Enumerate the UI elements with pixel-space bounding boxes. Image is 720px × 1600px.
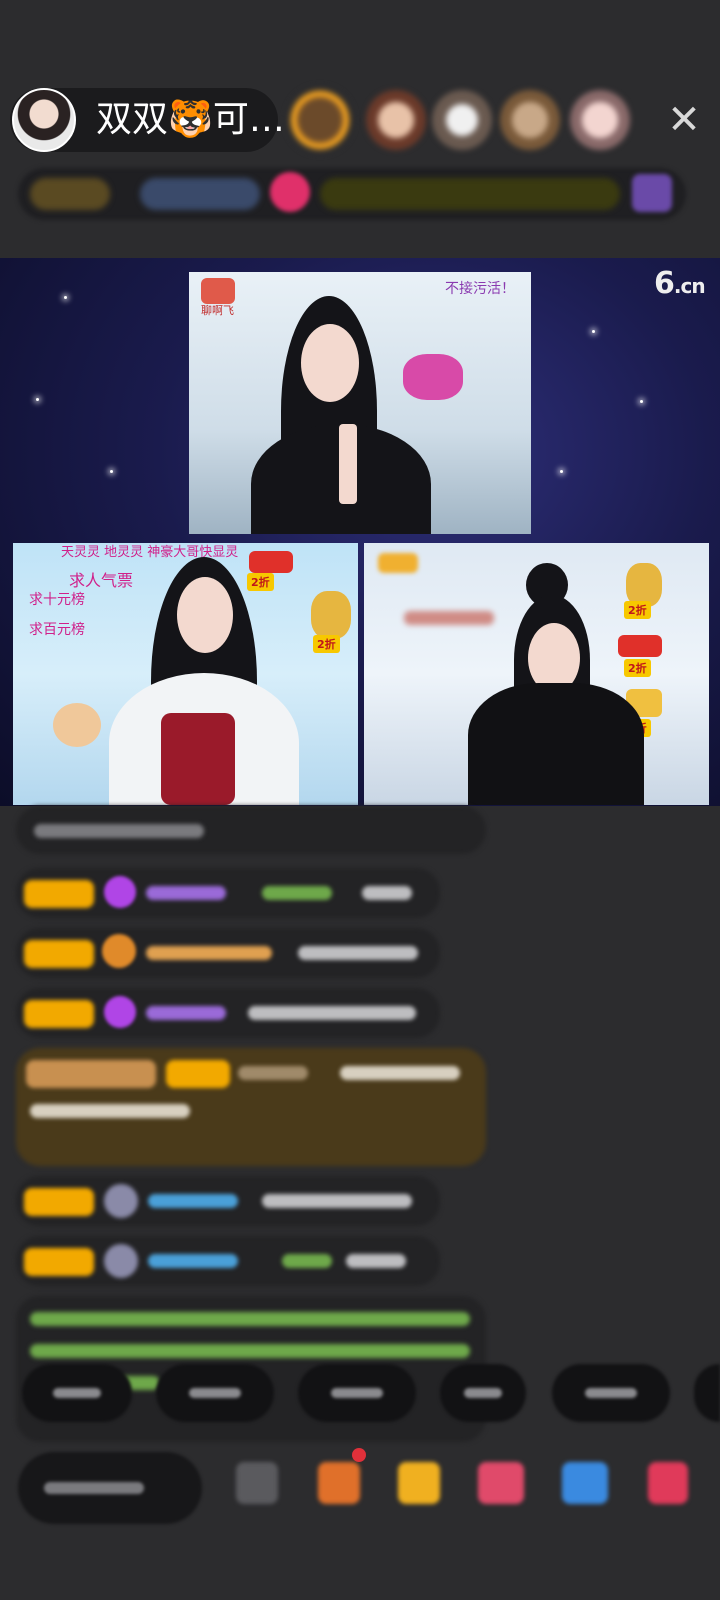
chat-text	[346, 1254, 406, 1268]
discount-badge: 2折	[624, 601, 651, 619]
scrolling-notice	[320, 178, 620, 210]
red-packet-icon[interactable]	[478, 1462, 524, 1504]
chat-input[interactable]	[18, 1452, 202, 1524]
neckline	[339, 424, 357, 504]
user-icon	[104, 1244, 138, 1278]
system-text	[30, 1312, 470, 1326]
more-gifts-icon[interactable]	[648, 1462, 688, 1504]
star-icon	[640, 400, 643, 403]
chat-username[interactable]	[146, 886, 226, 900]
chat-username[interactable]	[148, 1254, 238, 1268]
flower-bouquet	[403, 354, 463, 400]
discount-badge: 2折	[313, 635, 340, 653]
gift-box-icon[interactable]	[318, 1462, 360, 1504]
level-chip	[30, 178, 110, 210]
site-logo: 6.cn	[654, 266, 706, 301]
chat-text	[30, 1104, 190, 1118]
host-avatar[interactable]	[12, 88, 76, 152]
brand-sticker	[201, 278, 235, 304]
chat-text	[298, 946, 418, 960]
red-top	[161, 713, 235, 805]
chat-text	[340, 1066, 460, 1080]
chat-username[interactable]	[238, 1066, 308, 1080]
level-badge	[24, 880, 94, 908]
chat-username[interactable]	[146, 1006, 226, 1020]
banner-line-3: 求百元榜	[29, 622, 85, 638]
chat-text	[248, 1006, 416, 1020]
star-icon	[36, 398, 39, 401]
star-icon	[560, 470, 563, 473]
host-name: 双双🐯可…	[96, 99, 285, 140]
chat-username[interactable]	[146, 946, 272, 960]
quick-reply-button[interactable]	[298, 1364, 416, 1422]
diamond-icon	[104, 996, 136, 1028]
level-badge	[24, 1188, 94, 1216]
system-text	[30, 1344, 470, 1358]
level-badge	[24, 1248, 94, 1276]
discount-badge: 2折	[624, 659, 651, 677]
fan-icon	[102, 934, 136, 968]
chat-username[interactable]	[262, 886, 332, 900]
level-badge	[24, 1000, 94, 1028]
car-gift-icon	[249, 551, 293, 573]
gift-rank-icon[interactable]	[632, 174, 672, 212]
notice-text: 不接污活！	[445, 281, 515, 297]
viewer-avatar-3[interactable]	[432, 90, 492, 150]
game-icon[interactable]	[562, 1462, 608, 1504]
user-icon	[104, 1184, 138, 1218]
angel-gift-icon	[311, 591, 351, 639]
viewer-avatar-4[interactable]	[500, 90, 560, 150]
chat-text	[362, 886, 412, 900]
quick-reply-button[interactable]	[156, 1364, 274, 1422]
video-tile-main[interactable]: 聊啊飞 不接污活！	[189, 272, 531, 534]
overlay-text	[404, 611, 494, 625]
viewer-avatar-2[interactable]	[366, 90, 426, 150]
hot-chip	[140, 178, 260, 210]
banner-line-2: 求十元榜	[29, 592, 85, 608]
brand-sticker	[378, 553, 418, 573]
star-icon	[64, 296, 67, 299]
chat-text	[34, 824, 204, 838]
car-gift-icon	[618, 635, 662, 657]
diamond-icon	[104, 876, 136, 908]
video-tile-right[interactable]: 2折 2折 2折	[364, 543, 709, 805]
brand-tag: 聊啊飞	[201, 304, 234, 317]
host-face	[301, 324, 359, 402]
chat-text	[262, 1194, 412, 1208]
quick-reply-button[interactable]	[694, 1364, 720, 1422]
emoji-icon[interactable]	[236, 1462, 278, 1504]
level-badge	[166, 1060, 230, 1088]
fur-coat	[468, 683, 644, 805]
level-badge	[24, 940, 94, 968]
chat-username[interactable]	[148, 1194, 238, 1208]
quick-reply-button[interactable]	[440, 1364, 526, 1422]
follow-button[interactable]	[270, 172, 310, 212]
vip-badge	[26, 1060, 156, 1088]
discount-badge: 2折	[247, 573, 274, 591]
chat-username[interactable]	[282, 1254, 332, 1268]
notification-dot	[352, 1448, 366, 1462]
quick-reply-button[interactable]	[22, 1364, 132, 1422]
star-icon	[110, 470, 113, 473]
bunny-sticker	[53, 703, 101, 747]
video-tile-left[interactable]: 天灵灵 地灵灵 神豪大哥快显灵 求人气票 求十元榜 求百元榜 2折 2折	[13, 543, 358, 805]
close-icon[interactable]: ✕	[662, 98, 706, 142]
banner-line-1: 求人气票	[69, 571, 134, 590]
viewer-avatar-5[interactable]	[570, 90, 630, 150]
star-icon	[592, 330, 595, 333]
viewer-avatar-1[interactable]	[286, 86, 354, 154]
quick-reply-button[interactable]	[552, 1364, 670, 1422]
treasure-icon[interactable]	[398, 1462, 440, 1504]
host-face	[177, 577, 233, 653]
